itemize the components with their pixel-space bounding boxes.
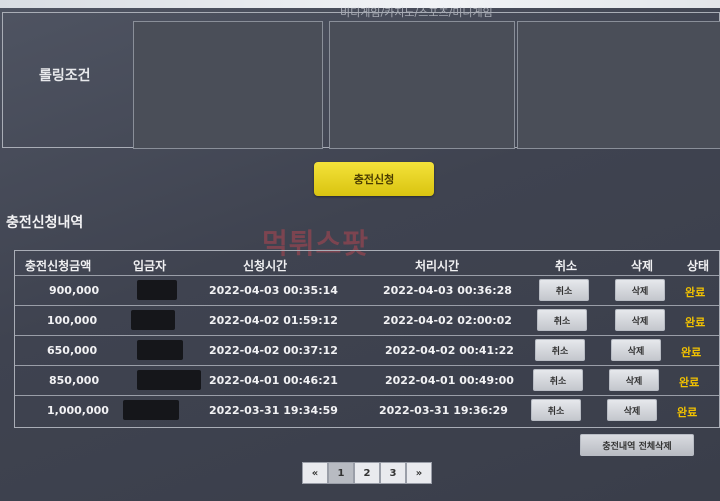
amount-cell: 100,000 [47, 314, 98, 327]
status-badge: 완료 [677, 406, 698, 419]
status-badge: 완료 [681, 346, 702, 359]
header-delete: 삭제 [631, 259, 654, 273]
header-amount: 충전신청금액 [25, 259, 92, 273]
rolling-conditions-label: 롤링조건 [39, 68, 91, 84]
process-time-cell: 2022-04-02 02:00:02 [383, 314, 512, 327]
status-badge: 완료 [685, 286, 706, 299]
rolling-conditions-box: 롤링조건 [2, 12, 720, 149]
amount-cell: 650,000 [47, 344, 98, 357]
header-status: 상태 [687, 259, 710, 273]
cancel-button[interactable]: 취소 [537, 309, 587, 331]
amount-cell: 900,000 [49, 284, 100, 297]
request-time-cell: 2022-03-31 19:34:59 [209, 404, 338, 417]
table-row: 1,000,000 2022-03-31 19:34:59 2022-03-31… [15, 395, 719, 426]
redacted-depositor [137, 340, 183, 360]
cancel-button[interactable]: 취소 [535, 339, 585, 361]
charge-request-button[interactable]: 충전신청 [314, 162, 434, 196]
redacted-depositor [137, 280, 177, 300]
table-row: 900,000 2022-04-03 00:35:14 2022-04-03 0… [15, 275, 719, 306]
header-request-time: 신청시간 [243, 259, 288, 273]
status-badge: 완료 [685, 316, 706, 329]
delete-button[interactable]: 삭제 [615, 279, 665, 301]
pagination: « 1 2 3 » [302, 462, 432, 486]
section-title: 충전신청내역 [6, 215, 84, 231]
request-time-cell: 2022-04-02 00:37:12 [209, 344, 338, 357]
header-cancel: 취소 [555, 259, 578, 273]
rolling-panel [329, 21, 515, 149]
delete-button[interactable]: 삭제 [611, 339, 661, 361]
pagination-page-2[interactable]: 2 [354, 462, 380, 484]
amount-cell: 850,000 [49, 374, 100, 387]
process-time-cell: 2022-04-01 00:49:00 [385, 374, 514, 387]
pagination-prev-button[interactable]: « [302, 462, 328, 484]
delete-all-history-button[interactable]: 충전내역 전체삭제 [580, 434, 694, 456]
pagination-next-button[interactable]: » [406, 462, 432, 484]
pagination-page-3[interactable]: 3 [380, 462, 406, 484]
request-time-cell: 2022-04-02 01:59:12 [209, 314, 338, 327]
rolling-panel [517, 21, 720, 149]
redacted-depositor [123, 400, 179, 420]
amount-cell: 1,000,000 [47, 404, 109, 417]
rolling-panel [133, 21, 323, 149]
request-time-cell: 2022-04-01 00:46:21 [209, 374, 338, 387]
header-depositor: 입금자 [133, 259, 167, 273]
table-row: 850,000 2022-04-01 00:46:21 2022-04-01 0… [15, 365, 719, 396]
header-process-time: 처리시간 [415, 259, 460, 273]
cancel-button[interactable]: 취소 [533, 369, 583, 391]
request-time-cell: 2022-04-03 00:35:14 [209, 284, 338, 297]
delete-button[interactable]: 삭제 [609, 369, 659, 391]
charge-history-table: 충전신청금액 입금자 신청시간 처리시간 취소 삭제 상태 900,000 20… [14, 250, 720, 428]
pagination-page-1[interactable]: 1 [328, 462, 354, 484]
process-time-cell: 2022-04-03 00:36:28 [383, 284, 512, 297]
status-badge: 완료 [679, 376, 700, 389]
process-time-cell: 2022-03-31 19:36:29 [379, 404, 508, 417]
redacted-depositor [131, 310, 175, 330]
table-row: 100,000 2022-04-02 01:59:12 2022-04-02 0… [15, 305, 719, 336]
cancel-button[interactable]: 취소 [539, 279, 589, 301]
delete-button[interactable]: 삭제 [607, 399, 657, 421]
delete-button[interactable]: 삭제 [615, 309, 665, 331]
process-time-cell: 2022-04-02 00:41:22 [385, 344, 514, 357]
table-row: 650,000 2022-04-02 00:37:12 2022-04-02 0… [15, 335, 719, 366]
redacted-depositor [137, 370, 201, 390]
cancel-button[interactable]: 취소 [531, 399, 581, 421]
